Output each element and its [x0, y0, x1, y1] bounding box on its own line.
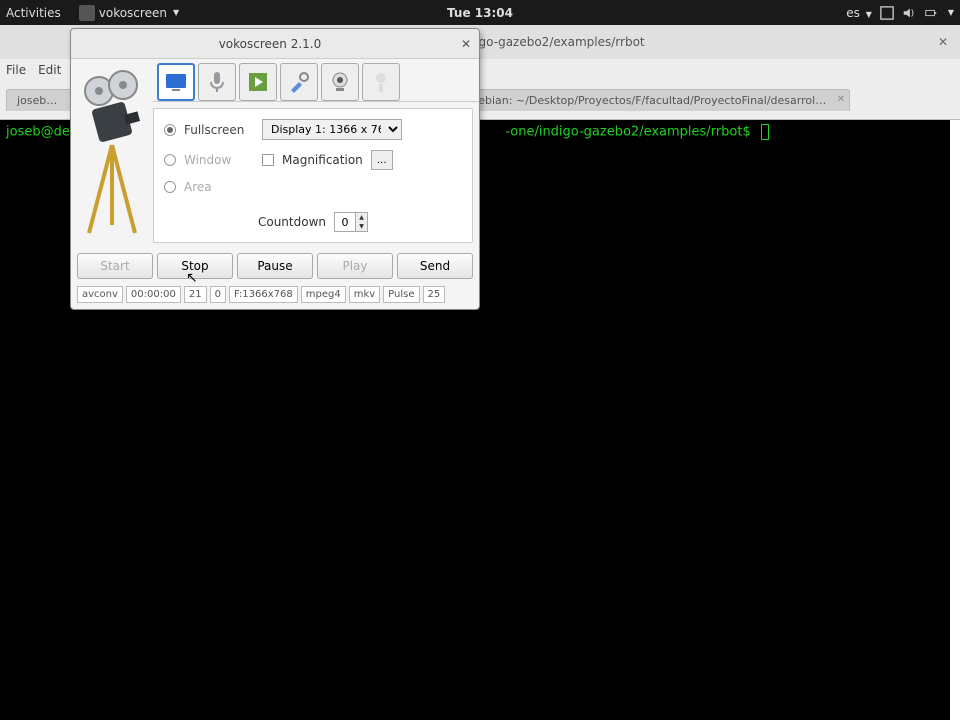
- countdown-input[interactable]: [335, 213, 355, 231]
- tab-screen[interactable]: [157, 63, 195, 101]
- action-buttons: Start Stop Pause Play Send: [71, 249, 479, 283]
- chevron-down-icon: ▼: [173, 8, 179, 17]
- menu-edit[interactable]: Edit: [38, 63, 61, 77]
- terminal-path: -one/indigo-gazebo2/examples/rrbot$: [505, 125, 750, 140]
- magnification-settings-button[interactable]: ...: [371, 150, 393, 170]
- accessibility-icon[interactable]: [880, 6, 894, 20]
- vokoscreen-logo: [71, 59, 153, 249]
- tab-webcam[interactable]: [321, 63, 359, 101]
- battery-icon[interactable]: [924, 6, 938, 20]
- volume-icon[interactable]: [902, 6, 916, 20]
- start-button[interactable]: Start: [77, 253, 153, 279]
- bg-window-close-button[interactable]: ✕: [938, 35, 952, 49]
- status-encoder: avconv: [77, 286, 123, 303]
- stop-button[interactable]: Stop: [157, 253, 233, 279]
- radio-area[interactable]: [164, 181, 176, 193]
- radio-fullscreen[interactable]: [164, 124, 176, 136]
- send-button[interactable]: Send: [397, 253, 473, 279]
- countdown-down[interactable]: ▼: [356, 222, 367, 231]
- tab-tools[interactable]: [280, 63, 318, 101]
- status-frame: F:1366x768: [229, 286, 298, 303]
- display-select[interactable]: Display 1: 1366 x 768: [262, 119, 402, 140]
- bg-tab-2-label: joseb@debian: ~/Desktop/Proyectos/F/facu…: [431, 94, 850, 107]
- status-fps: 21: [184, 286, 207, 303]
- bg-tab-2[interactable]: joseb@debian: ~/Desktop/Proyectos/F/facu…: [420, 89, 850, 111]
- status-time: 00:00:00: [126, 286, 181, 303]
- clock[interactable]: Tue 13:04: [447, 6, 513, 20]
- status-container: mkv: [349, 286, 380, 303]
- bg-tab-2-close-icon[interactable]: ✕: [837, 94, 845, 105]
- countdown-label: Countdown: [258, 215, 326, 229]
- status-dropped: 0: [210, 286, 226, 303]
- gnome-topbar: Activities vokoscreen ▼ Tue 13:04 es ▼ ▼: [0, 0, 960, 25]
- system-menu-chevron-icon[interactable]: ▼: [948, 8, 954, 17]
- radio-fullscreen-label: Fullscreen: [184, 123, 254, 137]
- vokoscreen-close-button[interactable]: ✕: [461, 37, 471, 51]
- play-button[interactable]: Play: [317, 253, 393, 279]
- magnification-label: Magnification: [282, 153, 363, 167]
- vokoscreen-window: vokoscreen 2.1.0 ✕: [70, 28, 480, 310]
- app-indicator-icon: [79, 5, 95, 21]
- status-bar: avconv 00:00:00 21 0 F:1366x768 mpeg4 mk…: [71, 283, 479, 309]
- activities-button[interactable]: Activities: [6, 6, 61, 20]
- keyboard-layout-indicator[interactable]: es ▼: [846, 6, 872, 20]
- status-vcodec: mpeg4: [301, 286, 346, 303]
- magnification-checkbox[interactable]: [262, 154, 274, 166]
- menu-file[interactable]: File: [6, 63, 26, 77]
- radio-area-label: Area: [184, 180, 254, 194]
- capture-panel: Fullscreen Display 1: 1366 x 768 Window …: [153, 108, 473, 243]
- vokoscreen-tabbar: [153, 59, 479, 102]
- countdown-up[interactable]: ▲: [356, 213, 367, 222]
- pause-button[interactable]: Pause: [237, 253, 313, 279]
- tab-audio[interactable]: [198, 63, 236, 101]
- tab-info[interactable]: [362, 63, 400, 101]
- status-audio: Pulse: [383, 286, 419, 303]
- app-menu-label[interactable]: vokoscreen: [99, 6, 167, 20]
- radio-window-label: Window: [184, 153, 254, 167]
- tab-video[interactable]: [239, 63, 277, 101]
- countdown-spinner[interactable]: ▲ ▼: [334, 212, 368, 232]
- terminal-cursor: [761, 124, 769, 140]
- vokoscreen-title: vokoscreen 2.1.0: [79, 37, 461, 51]
- status-rate: 25: [423, 286, 446, 303]
- radio-window[interactable]: [164, 154, 176, 166]
